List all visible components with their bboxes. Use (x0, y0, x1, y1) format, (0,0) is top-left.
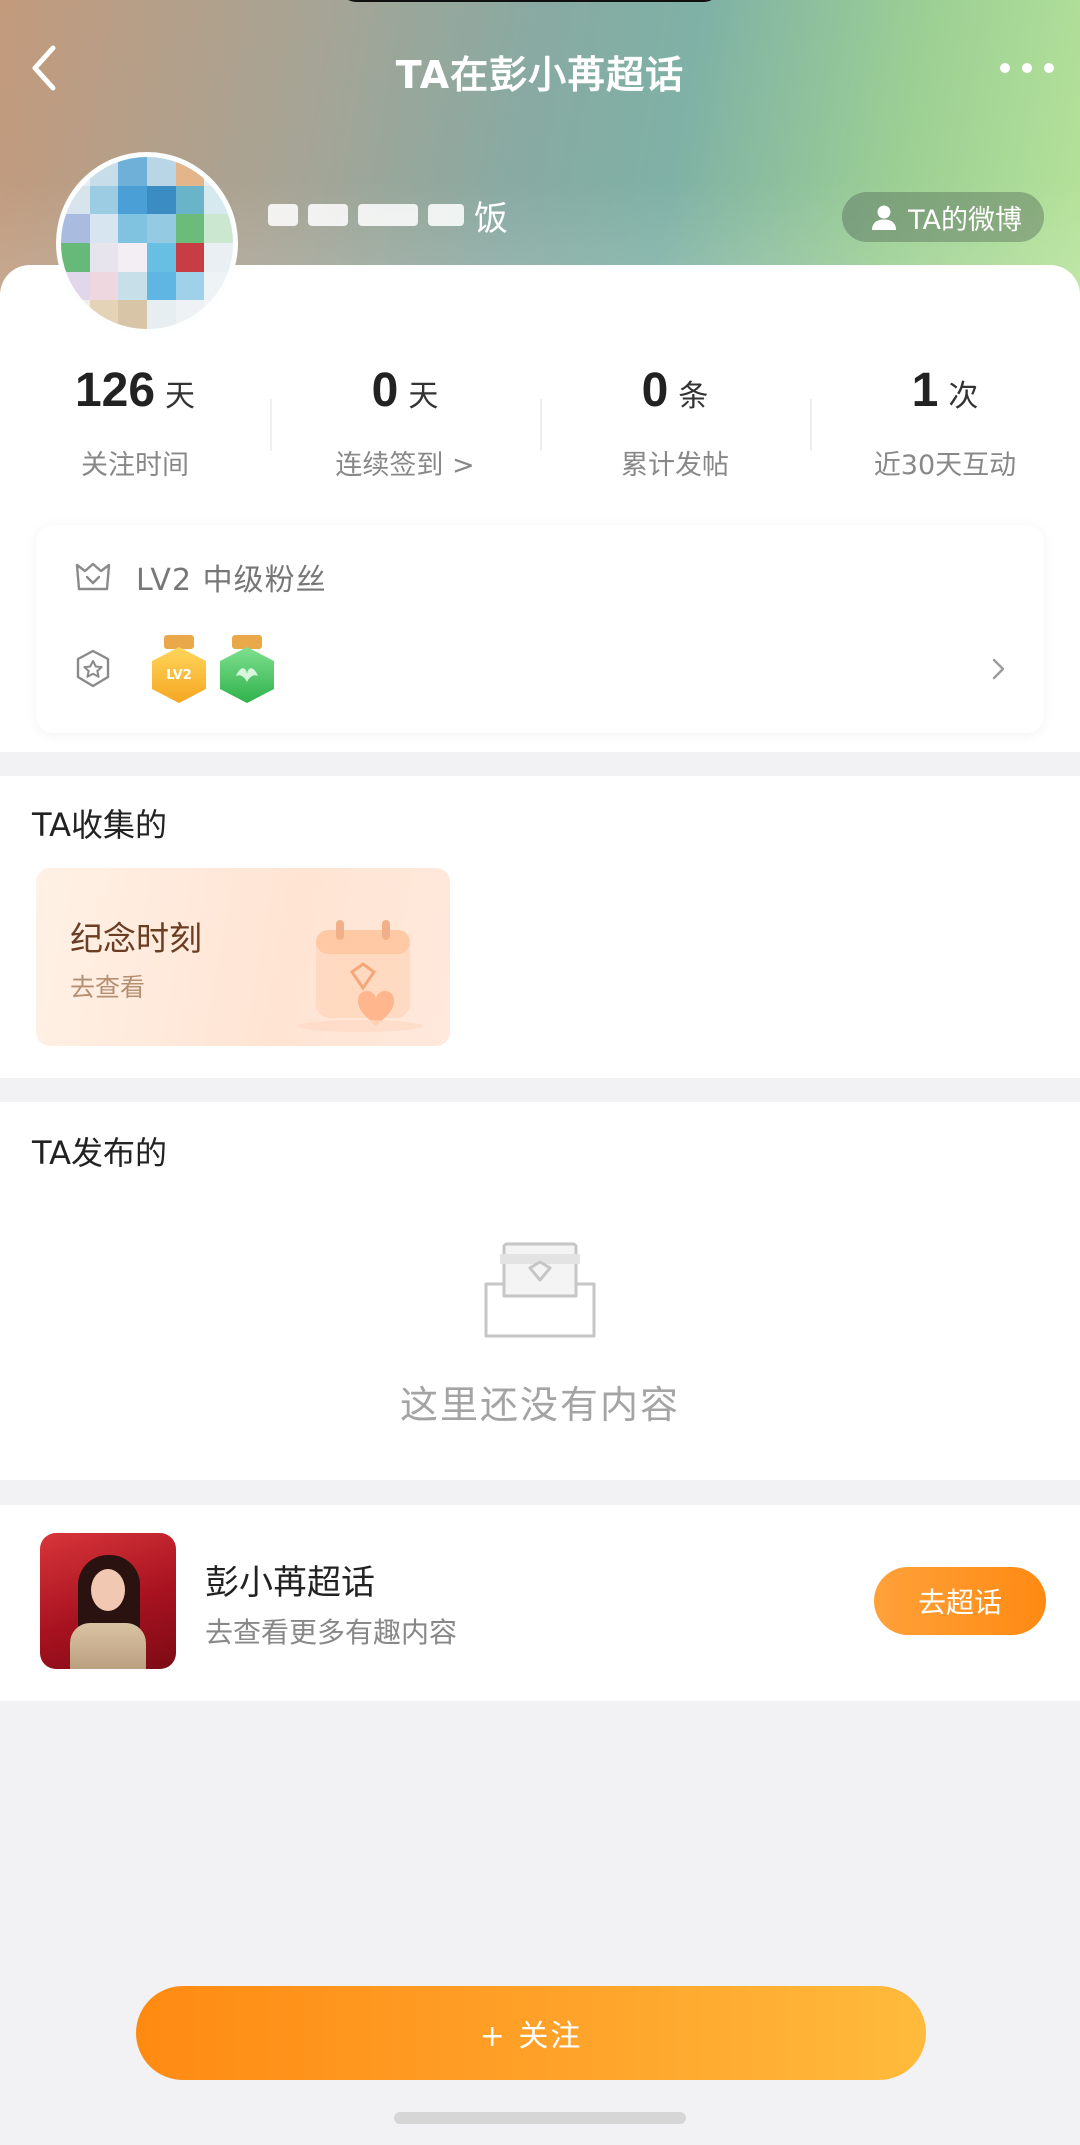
calendar-heart-icon (298, 920, 422, 1032)
username-blurred (308, 204, 348, 226)
stat-unit: 天 (165, 379, 196, 414)
posted-heading: TA发布的 (32, 1134, 167, 1172)
stat-value: 126 (74, 364, 156, 417)
stat-total-posts: 0条 累计发帖 (540, 363, 810, 493)
ta-weibo-label: TA的微博 (908, 204, 1022, 236)
badge-ribbon (164, 635, 194, 649)
profile-card: 126 天 关注时间 0天 连续签到 > 0条 累计发帖 1次 近30天互动 LV… (0, 265, 1080, 752)
stat-label: 累计发帖 (621, 450, 729, 481)
thumbnail-dress (70, 1623, 146, 1669)
bird-badge-icon[interactable] (220, 635, 274, 703)
username-blurred (268, 204, 298, 226)
stat-value: 0 (641, 364, 669, 417)
collected-section: TA收集的 纪念时刻 去查看 (0, 776, 1080, 1078)
username-blurred (428, 204, 464, 226)
stat-value: 1 (911, 364, 939, 417)
stat-label: 关注时间 (81, 450, 189, 481)
lv2-badge-icon[interactable]: LV2 (152, 635, 206, 703)
more-dot-icon (1022, 63, 1032, 73)
fan-level-text: LV2 中级粉丝 (136, 563, 327, 598)
stat-checkin-streak[interactable]: 0天 连续签到 > (270, 363, 540, 493)
thumbnail-face (91, 1569, 125, 1611)
empty-state-text: 这里还没有内容 (399, 1383, 680, 1427)
memorial-moments-card[interactable]: 纪念时刻 去查看 (36, 868, 450, 1046)
level-row: LV2 中级粉丝 (74, 555, 327, 599)
stat-label: 近30天互动 (873, 450, 1017, 481)
user-icon (872, 205, 897, 230)
more-dot-icon (1000, 63, 1010, 73)
username: 饭 (268, 195, 508, 239)
page-title: TA在彭小苒超话 (395, 53, 685, 97)
more-dot-icon (1044, 63, 1054, 73)
memorial-title: 纪念时刻 (70, 919, 202, 958)
username-suffix: 饭 (474, 198, 508, 239)
memorial-link[interactable]: 去查看 (70, 968, 145, 1004)
crown-icon (75, 562, 111, 591)
stat-unit: 次 (948, 379, 979, 414)
medal-icon (76, 649, 110, 688)
stat-label[interactable]: 连续签到 > (270, 443, 540, 482)
empty-box-icon (484, 1242, 596, 1338)
go-super-topic-button[interactable]: 去超话 (874, 1567, 1046, 1635)
username-blurred (358, 204, 418, 226)
camera-notch (340, 0, 720, 2)
topic-thumbnail[interactable] (40, 1533, 176, 1669)
bird-badge-face (220, 647, 274, 703)
topic-name[interactable]: 彭小苒超话 (205, 1555, 375, 1604)
lv2-badge-face: LV2 (152, 647, 206, 703)
chevron-right-icon[interactable] (986, 657, 1010, 681)
stat-value: 0 (371, 364, 399, 417)
fan-level-card[interactable]: LV2 中级粉丝 LV2 (36, 525, 1044, 733)
bird-icon (236, 668, 258, 682)
stat-follow-days: 126 天 关注时间 (0, 363, 270, 493)
stat-unit: 天 (408, 379, 439, 414)
stat-unit: 条 (678, 379, 709, 414)
stat-interactions: 1次 近30天互动 (810, 363, 1080, 493)
ta-weibo-button[interactable]: TA的微博 (842, 192, 1044, 242)
badge-ribbon (232, 635, 262, 649)
collected-heading: TA收集的 (32, 806, 167, 844)
follow-button[interactable]: + 关注 (136, 1986, 926, 2080)
home-indicator (394, 2112, 686, 2124)
more-button[interactable] (1000, 56, 1054, 80)
stats-row: 126 天 关注时间 0天 连续签到 > 0条 累计发帖 1次 近30天互动 (0, 363, 1080, 493)
avatar[interactable] (56, 152, 238, 334)
topic-subtitle: 去查看更多有趣内容 (205, 1616, 458, 1649)
super-topic-card[interactable]: 彭小苒超话 去查看更多有趣内容 去超话 (0, 1505, 1080, 1701)
posted-section: TA发布的 这里还没有内容 (0, 1102, 1080, 1480)
badge-row: LV2 (74, 635, 274, 703)
